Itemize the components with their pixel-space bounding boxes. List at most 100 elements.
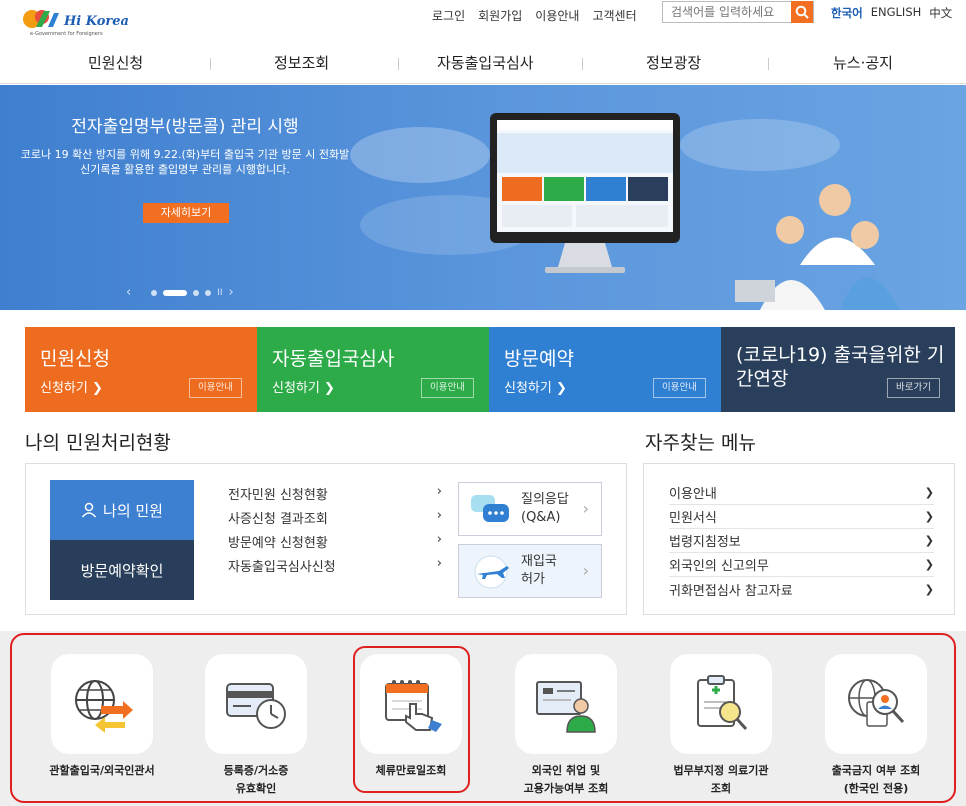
frequent-item[interactable]: 이용안내 ❯ [669, 481, 934, 505]
nav-divider [582, 58, 583, 70]
frequent-item[interactable]: 귀화면접심사 참고자료 ❯ [669, 577, 934, 601]
chevron-right-icon: ❯ [924, 486, 934, 499]
nav-divider [210, 58, 211, 70]
qna-card[interactable]: 질의응답 (Q&A) › [458, 482, 602, 536]
hero-banner: 전자출입명부(방문콜) 관리 시행 코로나 19 확산 방지를 위해 9.22.… [0, 85, 966, 310]
login-link[interactable]: 로그인 [432, 7, 465, 24]
search-button[interactable] [791, 1, 813, 23]
banner-prev-button[interactable]: ‹ [126, 285, 131, 300]
my-civil-button[interactable]: 나의 민원 [50, 480, 194, 540]
frequent-menu-panel: 이용안내 ❯ 민원서식 ❯ 법령지침정보 ❯ 외국인의 신고의무 ❯ 귀화면접심사 참고… [643, 463, 955, 615]
status-item-label: 방문예약 신청현황 [228, 536, 328, 551]
lang-english[interactable]: ENGLISH [871, 5, 922, 21]
nav-civil-application[interactable]: 민원신청 [88, 52, 143, 73]
nav-info-inquiry[interactable]: 정보조회 [274, 52, 329, 73]
tile-shortcut-button[interactable]: 바로가기 [887, 378, 940, 398]
nav-auto-immigration[interactable]: 자동출입국심사 [437, 52, 534, 73]
tile-apply-link[interactable]: 신청하기 ❯ [40, 377, 103, 396]
my-status-panel: 나의 민원 방문예약확인 전자민원 신청현황 › 사증신청 결과조회 › 방문예약 … [25, 463, 627, 615]
top-bar: Hi Korea e-Government for Foreigners 로그인… [0, 0, 966, 44]
utility-links: 로그인 회원가입 이용안내 고객센터 [432, 5, 637, 25]
banner-next-button[interactable]: › [229, 285, 234, 300]
tile-visit-reservation[interactable]: 방문예약 신청하기 ❯ 이용안내 [489, 327, 721, 412]
chevron-right-icon: › [436, 484, 442, 499]
banner-title: 전자출입명부(방문콜) 관리 시행 [71, 117, 299, 137]
tile-civil-application[interactable]: 민원신청 신청하기 ❯ 이용안내 [25, 327, 257, 412]
visit-check-button[interactable]: 방문예약확인 [50, 540, 194, 600]
chevron-right-icon: › [436, 508, 442, 523]
services-highlight-outline [10, 633, 956, 803]
tile-covid-extension[interactable]: (코로나19) 출국을위한 기간연장 바로가기 [721, 327, 955, 412]
frequent-item-label: 외국인의 신고의무 [669, 559, 769, 574]
banner-dot[interactable] [205, 289, 212, 296]
banner-controls: ‹ II › [126, 285, 234, 300]
status-item-label: 자동출입국심사신청 [228, 560, 336, 575]
chevron-right-icon: › [582, 561, 589, 580]
nav-divider [398, 58, 399, 70]
reentry-permit-label: 재입국 허가 [521, 554, 557, 587]
tile-apply-link[interactable]: 신청하기 ❯ [504, 377, 567, 396]
reentry-permit-card[interactable]: 재입국 허가 › [458, 544, 602, 598]
frequent-item[interactable]: 외국인의 신고의무 ❯ [669, 553, 934, 577]
guide-link[interactable]: 이용안내 [535, 7, 579, 24]
chevron-right-icon: ❯ [924, 582, 934, 596]
frequent-item-label: 법령지침정보 [669, 535, 741, 550]
selected-service-highlight [353, 646, 470, 793]
quick-tiles: 민원신청 신청하기 ❯ 이용안내 자동출입국심사 신청하기 ❯ 이용안내 방문예… [25, 327, 955, 412]
status-item[interactable]: 방문예약 신청현황 › [228, 532, 442, 556]
lang-chinese[interactable]: 中文 [929, 5, 952, 21]
tile-guide-button[interactable]: 이용안내 [189, 378, 242, 398]
tile-guide-button[interactable]: 이용안내 [421, 378, 474, 398]
customer-center-link[interactable]: 고객센터 [592, 7, 636, 24]
status-list: 전자민원 신청현황 › 사증신청 결과조회 › 방문예약 신청현황 › 자동출입국심사… [228, 484, 442, 580]
banner-pause-button[interactable]: II [217, 288, 222, 298]
status-item-label: 전자민원 신청현황 [228, 488, 328, 503]
status-item-label: 사증신청 결과조회 [228, 512, 328, 527]
status-item[interactable]: 전자민원 신청현황 › [228, 484, 442, 508]
frequent-item-label: 민원서식 [669, 511, 717, 526]
plane-icon [474, 555, 509, 589]
tile-auto-immigration[interactable]: 자동출입국심사 신청하기 ❯ 이용안내 [257, 327, 489, 412]
my-status-title: 나의 민원처리현황 [25, 432, 171, 454]
chevron-right-icon: › [436, 556, 442, 571]
search-input[interactable] [663, 2, 791, 22]
status-item[interactable]: 자동출입국심사신청 › [228, 556, 442, 580]
tile-apply-link[interactable]: 신청하기 ❯ [272, 377, 335, 396]
tile-title: 민원신청 [40, 348, 110, 370]
frequent-item[interactable]: 민원서식 ❯ [669, 505, 934, 529]
frequent-menu-title: 자주찾는 메뉴 [645, 432, 756, 454]
nav-divider [768, 58, 769, 70]
lang-korean[interactable]: 한국어 [831, 5, 863, 21]
chevron-right-icon: ❯ [924, 510, 934, 523]
nav-news-notice[interactable]: 뉴스·공지 [833, 52, 893, 73]
chat-icon [471, 495, 509, 522]
banner-dot[interactable] [151, 289, 158, 296]
nav-info-plaza[interactable]: 정보광장 [646, 52, 701, 73]
tile-guide-button[interactable]: 이용안내 [653, 378, 706, 398]
logo-text: Hi Korea [63, 14, 129, 29]
search-box [662, 1, 814, 23]
chevron-right-icon: › [582, 499, 589, 518]
banner-dot[interactable] [193, 289, 200, 296]
hikorea-logo[interactable]: Hi Korea e-Government for Foreigners [22, 5, 132, 37]
frequent-item-label: 이용안내 [669, 487, 717, 502]
tile-title: 자동출입국심사 [272, 348, 395, 370]
signup-link[interactable]: 회원가입 [478, 7, 522, 24]
frequent-item-label: 귀화면접심사 참고자료 [669, 583, 793, 599]
qna-label: 질의응답 (Q&A) [521, 492, 569, 525]
banner-dot-active[interactable] [163, 289, 188, 296]
search-icon [795, 5, 809, 19]
my-civil-label: 나의 민원 [103, 501, 163, 520]
tile-title: 방문예약 [504, 348, 574, 370]
person-icon [81, 502, 97, 518]
logo-subtext: e-Government for Foreigners [30, 31, 103, 37]
language-links: 한국어 ENGLISH 中文 [831, 5, 952, 21]
banner-detail-button[interactable]: 자세히보기 [143, 203, 229, 223]
chevron-right-icon: › [436, 532, 442, 547]
status-item[interactable]: 사증신청 결과조회 › [228, 508, 442, 532]
banner-text: 코로나 19 확산 방지를 위해 9.22.(화)부터 출입국 기관 방문 시 … [20, 148, 350, 176]
chevron-right-icon: ❯ [924, 558, 934, 571]
main-nav: 민원신청 정보조회 자동출입국심사 정보광장 뉴스·공지 [0, 44, 966, 84]
chevron-right-icon: ❯ [924, 534, 934, 547]
frequent-item[interactable]: 법령지침정보 ❯ [669, 529, 934, 553]
